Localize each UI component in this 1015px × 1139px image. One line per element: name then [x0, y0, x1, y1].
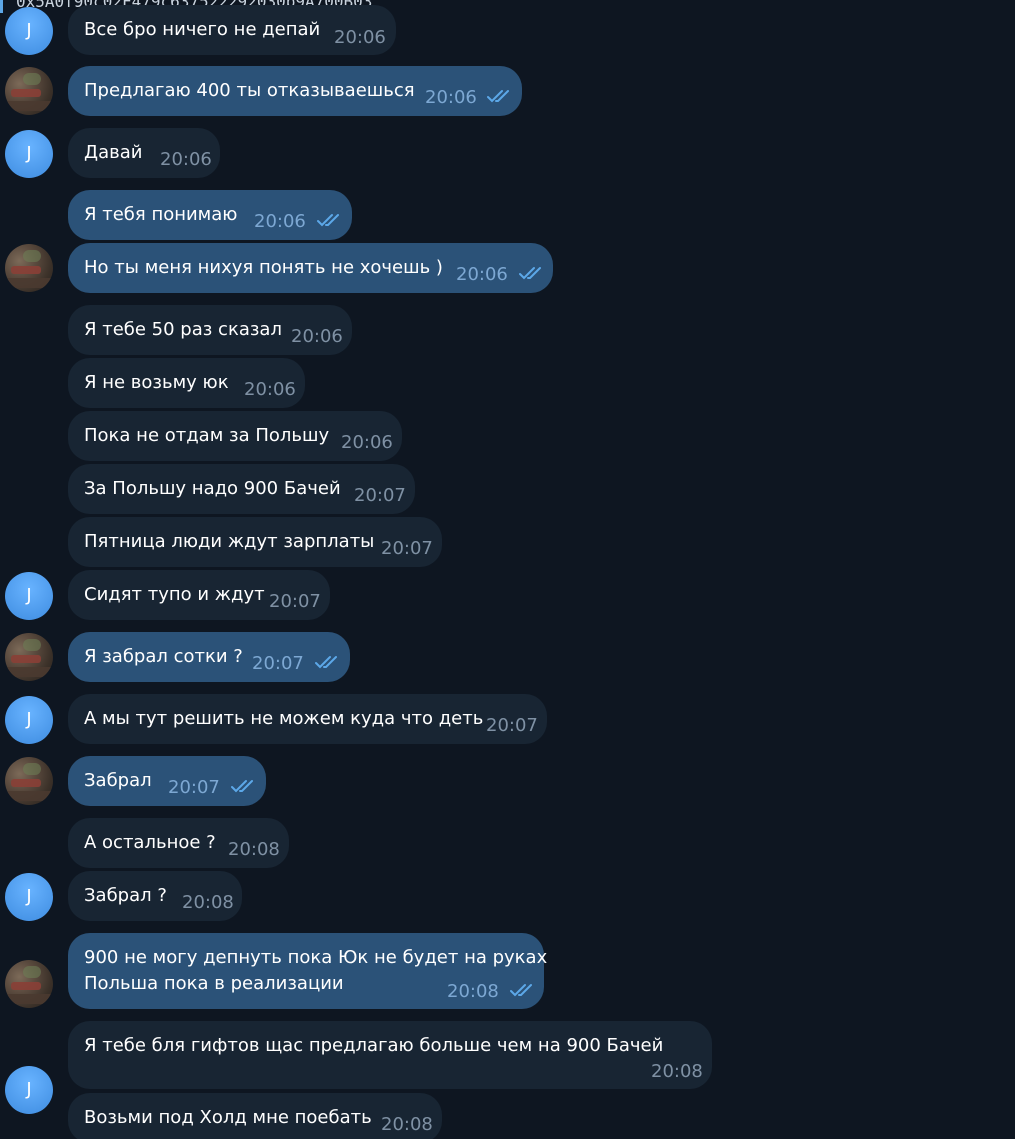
message-time: 20:08: [228, 839, 280, 860]
message-bubble-outgoing[interactable]: Я забрал сотки ? 20:07: [68, 632, 350, 682]
message-bubble-incoming[interactable]: Забрал ? 20:08: [68, 871, 242, 921]
message-bubble-incoming[interactable]: Пятница люди ждут зарплаты 20:07: [68, 517, 442, 567]
message-bubble-incoming[interactable]: Я не возьму юк 20:06: [68, 358, 305, 408]
message-bubble-incoming[interactable]: Возьми под Холд мне поебать 20:08: [68, 1093, 442, 1139]
message-bubble-incoming[interactable]: За Польшу надо 900 Бачей 20:07: [68, 464, 415, 514]
message-text: Забрал: [84, 770, 152, 791]
avatar-photo[interactable]: [5, 757, 53, 805]
message-text: Забрал ?: [84, 885, 167, 906]
message-time: 20:06: [425, 87, 477, 108]
message-time: 20:07: [168, 777, 220, 798]
message-text: Все бро ничего не депай: [84, 19, 321, 40]
avatar-photo[interactable]: [5, 244, 53, 292]
message-time: 20:06: [160, 149, 212, 170]
message-text: Я забрал сотки ?: [84, 646, 243, 667]
message-text: Я тебе бля гифтов щас предлагаю больше ч…: [84, 1035, 664, 1056]
message-text: Сидят тупо и ждут: [84, 584, 265, 605]
message-text: Предлагаю 400 ты отказываешься: [84, 80, 415, 101]
message-bubble-incoming[interactable]: А мы тут решить не можем куда что деть 2…: [68, 694, 547, 744]
avatar-photo[interactable]: [5, 67, 53, 115]
message-text: Давай: [84, 142, 143, 163]
message-time: 20:08: [182, 892, 234, 913]
message-text: А остальное ?: [84, 832, 216, 853]
message-time: 20:06: [291, 326, 343, 347]
message-time: 20:08: [381, 1114, 433, 1135]
avatar-j[interactable]: J: [5, 873, 53, 921]
message-text: Пока не отдам за Польшу: [84, 425, 330, 446]
avatar-photo[interactable]: [5, 960, 53, 1008]
message-time: 20:06: [254, 211, 306, 232]
message-time: 20:07: [269, 591, 321, 612]
double-check-icon: [315, 655, 341, 669]
message-bubble-incoming[interactable]: Давай 20:06: [68, 128, 220, 178]
message-bubble-outgoing[interactable]: Но ты меня нихуя понять не хочешь ) 20:0…: [68, 243, 553, 293]
avatar-j[interactable]: J: [5, 1066, 53, 1114]
message-text: Пятница люди ждут зарплаты: [84, 531, 375, 552]
message-bubble-incoming[interactable]: Все бро ничего не депай 20:06: [68, 5, 396, 55]
message-bubble-incoming[interactable]: Пока не отдам за Польшу 20:06: [68, 411, 402, 461]
message-time: 20:06: [341, 432, 393, 453]
message-time: 20:07: [252, 653, 304, 674]
message-time: 20:07: [354, 485, 406, 506]
message-text: Возьми под Холд мне поебать: [84, 1107, 372, 1128]
message-bubble-outgoing[interactable]: Я тебя понимаю 20:06: [68, 190, 352, 240]
message-time: 20:06: [244, 379, 296, 400]
chat-history[interactable]: 0x5A0f90c02F479c637522292030b9A700B03 J …: [0, 0, 1015, 1139]
avatar-j[interactable]: J: [5, 572, 53, 620]
message-time: 20:08: [651, 1061, 703, 1082]
message-bubble-incoming[interactable]: Я тебе бля гифтов щас предлагаю больше ч…: [68, 1021, 712, 1089]
message-time: 20:07: [381, 538, 433, 559]
double-check-icon: [231, 779, 257, 793]
message-bubble-incoming[interactable]: Я тебе 50 раз сказал 20:06: [68, 305, 352, 355]
double-check-icon: [519, 266, 545, 280]
double-check-icon: [487, 89, 513, 103]
avatar-photo[interactable]: [5, 633, 53, 681]
message-text: За Польшу надо 900 Бачей: [84, 478, 341, 499]
message-text: Но ты меня нихуя понять не хочешь ): [84, 257, 443, 278]
double-check-icon: [317, 213, 343, 227]
message-time: 20:07: [486, 715, 538, 736]
message-bubble-outgoing[interactable]: Предлагаю 400 ты отказываешься 20:06: [68, 66, 522, 116]
message-text: Я тебе 50 раз сказал: [84, 319, 282, 340]
message-time: 20:06: [456, 264, 508, 285]
message-text: А мы тут решить не можем куда что деть: [84, 708, 484, 729]
message-bubble-incoming[interactable]: Сидят тупо и ждут 20:07: [68, 570, 330, 620]
avatar-j[interactable]: J: [5, 7, 53, 55]
double-check-icon: [510, 983, 536, 997]
message-bubble-outgoing[interactable]: Забрал 20:07: [68, 756, 266, 806]
message-time: 20:06: [334, 27, 386, 48]
message-bubble-incoming[interactable]: А остальное ? 20:08: [68, 818, 289, 868]
avatar-j[interactable]: J: [5, 130, 53, 178]
message-text: Я тебя понимаю: [84, 204, 238, 225]
message-text: Я не возьму юк: [84, 372, 229, 393]
avatar-j[interactable]: J: [5, 696, 53, 744]
message-time: 20:08: [447, 981, 499, 1002]
pinned-accent-bar: [0, 0, 3, 13]
message-bubble-outgoing[interactable]: 900 не могу депнуть пока Юк не будет на …: [68, 933, 547, 1009]
